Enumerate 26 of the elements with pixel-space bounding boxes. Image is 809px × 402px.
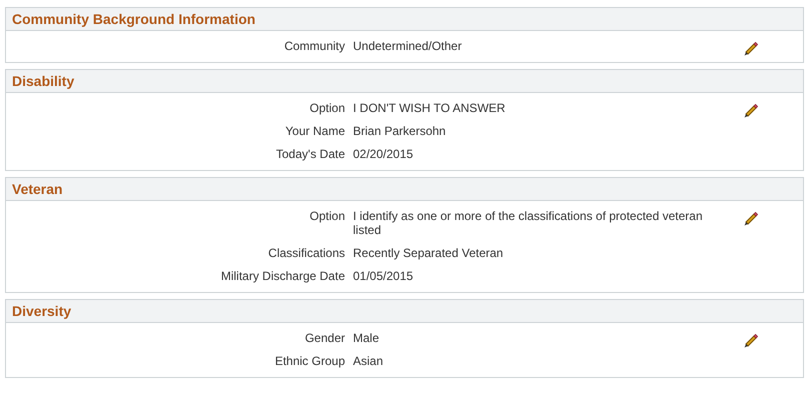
edit-icon[interactable] <box>743 211 759 227</box>
field-value: I DON'T WISH TO ANSWER <box>353 101 506 115</box>
edit-icon[interactable] <box>743 103 759 119</box>
field-label: Your Name <box>284 124 346 138</box>
field-label: Option <box>308 209 346 225</box>
field-label: Community <box>283 39 346 53</box>
field-value: Asian <box>353 354 384 368</box>
field-label: Option <box>308 101 346 115</box>
field-value: Male <box>353 331 380 345</box>
field-value: Brian Parkersohn <box>353 124 447 138</box>
field-label: Today's Date <box>275 147 346 161</box>
field-value: I identify as one or more of the classifications of protected veteran listed <box>353 209 704 237</box>
field-label: Military Discharge Date <box>220 269 346 283</box>
edit-icon[interactable] <box>743 41 759 57</box>
section-title: Community Background Information <box>12 11 256 27</box>
field-value: Recently Separated Veteran <box>353 246 504 260</box>
field-value: 01/05/2015 <box>353 269 414 283</box>
edit-icon[interactable] <box>743 333 759 349</box>
section-title: Veteran <box>12 181 63 197</box>
field-label: Classifications <box>267 246 346 260</box>
section-title: Disability <box>12 73 74 89</box>
section-title: Diversity <box>12 303 72 319</box>
field-label: Gender <box>304 331 346 345</box>
field-value: Undetermined/Other <box>353 39 463 53</box>
field-value: 02/20/2015 <box>353 147 414 161</box>
field-label: Ethnic Group <box>274 354 346 368</box>
